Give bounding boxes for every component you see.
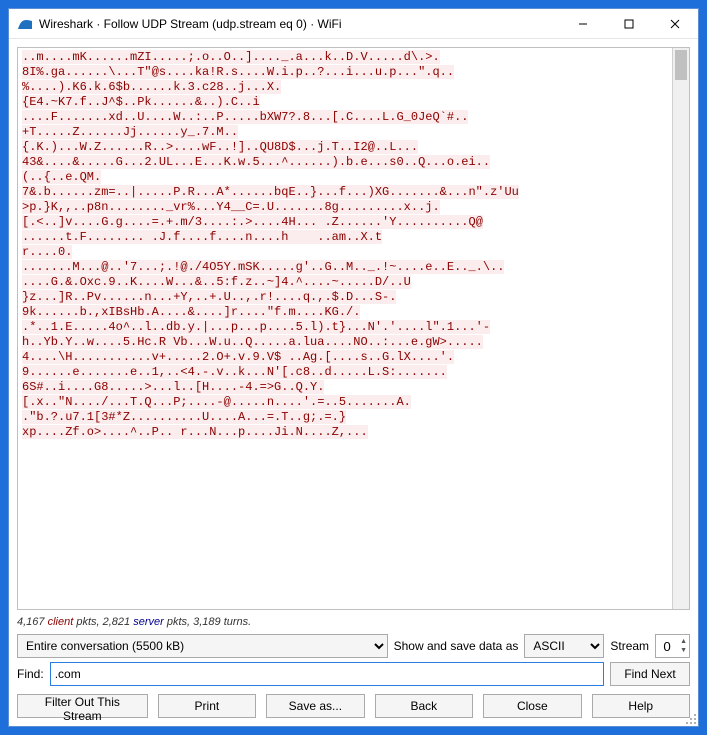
packet-stats: 4,167 client pkts, 2,821 server pkts, 3,…: [17, 614, 690, 630]
window-title: Wireshark · Follow UDP Stream (udp.strea…: [39, 17, 560, 31]
window-controls: [560, 9, 698, 39]
close-dialog-button[interactable]: Close: [483, 694, 581, 718]
client-label: client: [48, 616, 74, 628]
print-button[interactable]: Print: [158, 694, 256, 718]
maximize-button[interactable]: [606, 9, 652, 39]
minimize-button[interactable]: [560, 9, 606, 39]
stream-label: Stream: [610, 639, 649, 653]
back-button[interactable]: Back: [375, 694, 473, 718]
stream-number-input[interactable]: [656, 636, 678, 656]
chevron-up-icon: ▲: [680, 637, 687, 646]
chevron-down-icon: ▼: [680, 646, 687, 655]
titlebar: Wireshark · Follow UDP Stream (udp.strea…: [9, 9, 698, 39]
scrollbar-thumb[interactable]: [675, 50, 687, 80]
stream-textbox[interactable]: ..m....mK......mZI.....;.o..O..]...._.a.…: [17, 47, 690, 610]
find-input[interactable]: [50, 662, 604, 686]
content-area: ..m....mK......mZI.....;.o..O..]...._.a.…: [9, 39, 698, 726]
main-window: Wireshark · Follow UDP Stream (udp.strea…: [8, 8, 699, 727]
stream-content: ..m....mK......mZI.....;.o..O..]...._.a.…: [18, 48, 689, 442]
conversation-row: Entire conversation (5500 kB) Show and s…: [17, 634, 690, 658]
scrollbar[interactable]: [672, 48, 689, 609]
button-row: Filter Out This Stream Print Save as... …: [17, 694, 690, 718]
close-button[interactable]: [652, 9, 698, 39]
help-button[interactable]: Help: [592, 694, 690, 718]
wireshark-icon: [17, 16, 33, 32]
encoding-select[interactable]: ASCII: [524, 634, 604, 658]
show-data-label: Show and save data as: [394, 639, 519, 653]
find-row: Find: Find Next: [17, 662, 690, 686]
find-label: Find:: [17, 667, 44, 681]
filter-out-button[interactable]: Filter Out This Stream: [17, 694, 148, 718]
server-label: server: [133, 616, 164, 628]
save-as-button[interactable]: Save as...: [266, 694, 364, 718]
stream-number-spinner[interactable]: ▲▼: [655, 634, 690, 658]
conversation-select[interactable]: Entire conversation (5500 kB): [17, 634, 388, 658]
find-next-button[interactable]: Find Next: [610, 662, 690, 686]
